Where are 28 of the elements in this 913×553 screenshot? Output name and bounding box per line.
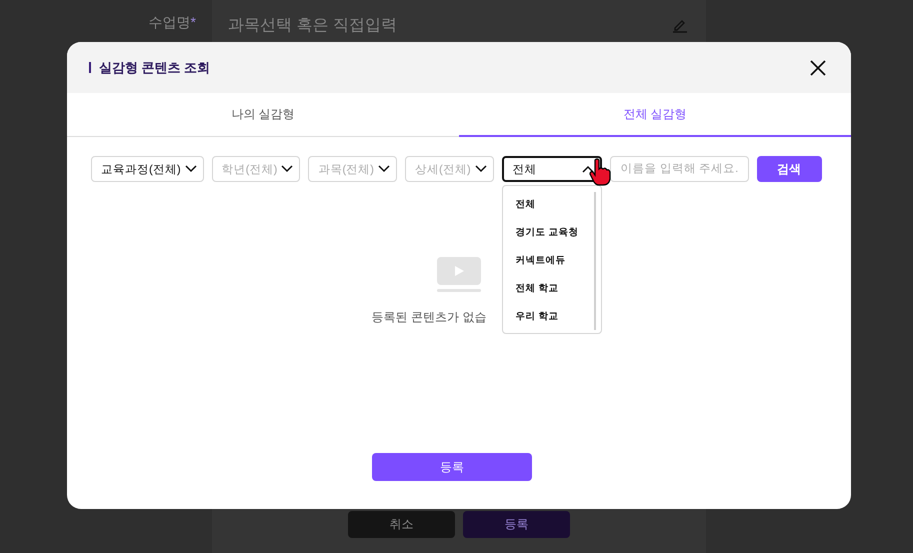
tab[interactable]: 전체 실감형 bbox=[459, 93, 851, 137]
field-label: 수업명 bbox=[148, 14, 191, 30]
input-field[interactable]: 과목선택 혹은 직접입력 bbox=[212, 8, 706, 42]
chevron-down-icon bbox=[378, 165, 390, 173]
chevron-up-icon bbox=[582, 165, 594, 173]
name-input-field[interactable]: 이름을 입력해 주세요. bbox=[610, 156, 749, 182]
dropdown-option[interactable]: 전체 bbox=[516, 190, 601, 218]
tab[interactable]: 나의 실감형 bbox=[67, 93, 459, 137]
dialog-title: 실감형 콘텐츠 조회 bbox=[99, 58, 210, 76]
submit-button[interactable]: 등록 bbox=[463, 511, 570, 538]
required-mark: * bbox=[190, 14, 196, 30]
dropdown-option[interactable]: 경기도 교육청 bbox=[516, 218, 601, 246]
search-button[interactable]: 검색 bbox=[756, 156, 822, 182]
chevron-down-icon bbox=[281, 165, 294, 173]
chevron-down-icon bbox=[184, 165, 197, 173]
submit-button[interactable]: 등록 bbox=[372, 453, 532, 481]
close-icon[interactable] bbox=[809, 58, 827, 76]
empty-message: 등록된 콘텐츠가 없습 bbox=[372, 309, 486, 326]
filter-dropdown[interactable]: 교육과정(전체) bbox=[91, 156, 204, 182]
chevron-down-icon bbox=[474, 165, 487, 173]
video-icon bbox=[436, 257, 482, 293]
cancel-button[interactable]: 취소 bbox=[348, 511, 455, 538]
hand-cursor-icon bbox=[589, 158, 611, 186]
dropdown-option[interactable]: 우리 학교 bbox=[516, 302, 601, 330]
filter-dropdown[interactable]: 전체 bbox=[502, 156, 602, 182]
dropdown-option[interactable]: 전체 학교 bbox=[516, 274, 601, 302]
title-accent-bar bbox=[89, 62, 91, 73]
dropdown-option[interactable]: 커넥트에듀 bbox=[516, 246, 601, 274]
